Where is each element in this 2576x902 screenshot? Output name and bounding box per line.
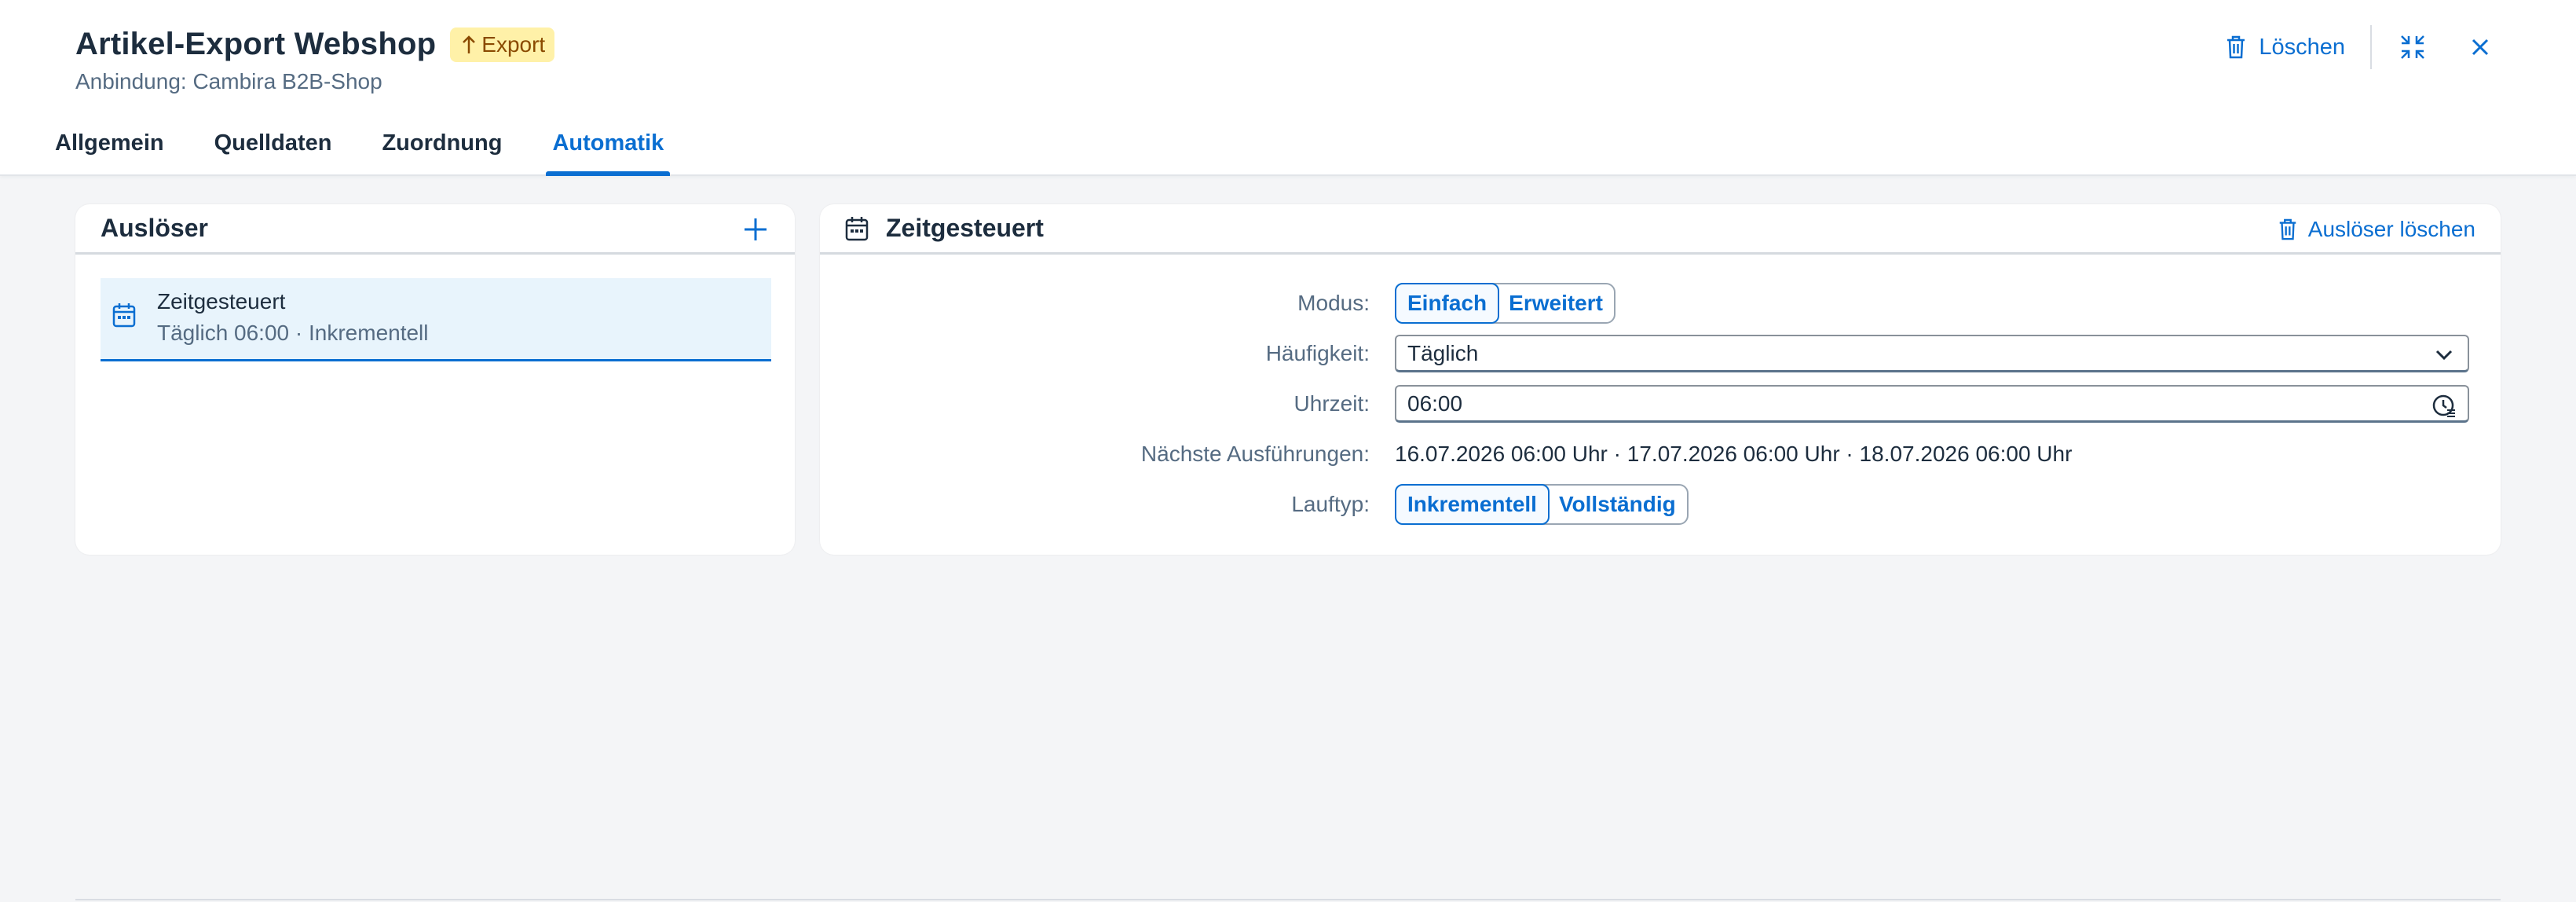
- export-badge-label: Export: [481, 31, 546, 57]
- time-value: 06:00: [1407, 390, 1463, 416]
- page-title: Artikel-Export Webshop: [75, 27, 437, 61]
- tab-bar: Allgemein Quelldaten Zuordnung Automatik: [55, 118, 714, 176]
- plus-icon: [745, 218, 767, 240]
- mode-segmented-button: Einfach Erweitert: [1395, 283, 1615, 324]
- trigger-item-title: Zeitgesteuert: [157, 289, 286, 314]
- tab-zuordnung[interactable]: Zuordnung: [382, 118, 502, 176]
- clock-icon[interactable]: [2431, 393, 2457, 418]
- frequency-select[interactable]: Täglich: [1395, 335, 2469, 372]
- calendar-icon: [112, 303, 136, 328]
- delete-trigger-label: Auslöser löschen: [2307, 217, 2475, 241]
- trigger-detail-title: Zeitgesteuert: [886, 214, 1044, 242]
- header-actions: Löschen: [2224, 25, 2497, 69]
- tab-allgemein[interactable]: Allgemein: [55, 118, 164, 176]
- trigger-detail-header: Zeitgesteuert Auslöser löschen: [820, 204, 2501, 255]
- close-button[interactable]: [2463, 30, 2497, 64]
- arrow-up-icon: [463, 35, 476, 53]
- run-type-option-inkrementell[interactable]: Inkrementell: [1395, 484, 1550, 525]
- delete-button[interactable]: Löschen: [2224, 35, 2345, 60]
- run-type-option-vollstaendig[interactable]: Vollständig: [1548, 486, 1687, 523]
- mode-label: Modus:: [1297, 291, 1370, 315]
- triggers-panel: Auslöser Zeitgesteuert Täglich 06:00 · I…: [75, 204, 795, 555]
- mode-option-einfach[interactable]: Einfach: [1395, 283, 1500, 324]
- run-type-label: Lauftyp:: [1291, 492, 1370, 516]
- trash-icon: [2279, 218, 2296, 240]
- run-type-segmented-button: Inkrementell Vollständig: [1395, 484, 1689, 525]
- delete-trigger-button[interactable]: Auslöser löschen: [2277, 214, 2475, 245]
- chevron-down-icon: [2435, 350, 2453, 361]
- time-input[interactable]: 06:00: [1395, 385, 2469, 423]
- export-badge: Export: [450, 27, 555, 62]
- triggers-panel-title: Auslöser: [101, 214, 208, 242]
- next-runs-value: 16.07.2026 06:00 Uhr · 17.07.2026 06:00 …: [1395, 442, 2073, 466]
- footer-divider: [75, 899, 2501, 900]
- title-row: Artikel-Export Webshop Export: [75, 27, 555, 62]
- trigger-list-item[interactable]: Zeitgesteuert Täglich 06:00 · Inkremente…: [101, 278, 771, 361]
- header-divider: [2370, 25, 2372, 69]
- page-subtitle: Anbindung: Cambira B2B-Shop: [75, 69, 382, 94]
- next-runs-label: Nächste Ausführungen:: [1140, 442, 1370, 466]
- trigger-item-description: Täglich 06:00 · Inkrementell: [157, 321, 429, 345]
- close-icon: [2472, 38, 2489, 56]
- trash-icon: [2227, 35, 2245, 59]
- triggers-panel-header: Auslöser: [75, 204, 795, 255]
- delete-button-label: Löschen: [2259, 34, 2345, 60]
- exit-fullscreen-button[interactable]: [2395, 30, 2430, 64]
- tab-automatik[interactable]: Automatik: [546, 118, 671, 176]
- object-header: Artikel-Export Webshop Export Anbindung:…: [0, 0, 2576, 176]
- frequency-label: Häufigkeit:: [1265, 341, 1370, 365]
- calendar-icon: [845, 216, 869, 240]
- add-trigger-button[interactable]: [740, 214, 771, 245]
- frequency-value: Täglich: [1407, 340, 1479, 365]
- time-label: Uhrzeit:: [1293, 391, 1370, 416]
- trigger-detail-panel: Zeitgesteuert Auslöser löschen Modus: Ei…: [820, 204, 2501, 555]
- mode-option-erweitert[interactable]: Erweitert: [1498, 284, 1614, 322]
- tab-quelldaten[interactable]: Quelldaten: [214, 118, 332, 176]
- exit-fullscreen-icon: [2401, 35, 2424, 59]
